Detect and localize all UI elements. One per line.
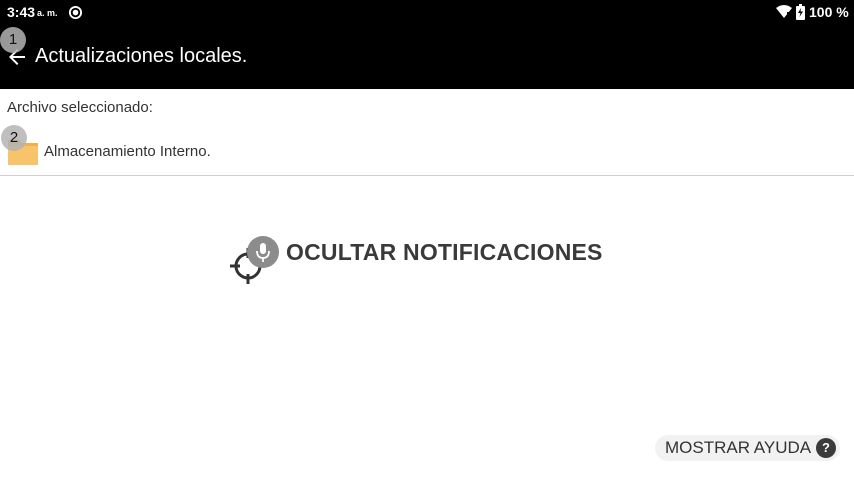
show-help-label: MOSTRAR AYUDA (665, 438, 812, 457)
microphone-icon (247, 236, 279, 268)
status-bar: 3:43 a. m. 100 % (0, 0, 854, 25)
hide-notifications-button[interactable]: OCULTAR NOTIFICACIONES (228, 234, 608, 288)
battery-icon (796, 4, 805, 20)
show-help-button[interactable]: MOSTRAR AYUDA ? (655, 435, 840, 461)
hide-notifications-label: OCULTAR NOTIFICACIONES (286, 239, 603, 265)
app-bar: Actualizaciones locales. (0, 25, 854, 89)
selected-file-label: Archivo seleccionado: (7, 99, 153, 116)
help-icon: ? (816, 438, 836, 458)
divider (0, 175, 854, 176)
marker-1: 1 (0, 27, 26, 53)
storage-selection-row[interactable]: Almacenamiento Interno. (0, 134, 854, 174)
storage-label: Almacenamiento Interno. (44, 143, 211, 160)
marker-2: 2 (1, 125, 27, 151)
page-title: Actualizaciones locales. (35, 45, 248, 67)
sync-icon (68, 5, 83, 20)
screen: 3:43 a. m. 100 % Actualizaciones locales… (0, 0, 854, 480)
wifi-icon (776, 5, 792, 18)
status-time: 3:43 (7, 4, 36, 20)
status-ampm: a. m. (37, 8, 58, 18)
battery-percentage: 100 % (809, 4, 849, 20)
